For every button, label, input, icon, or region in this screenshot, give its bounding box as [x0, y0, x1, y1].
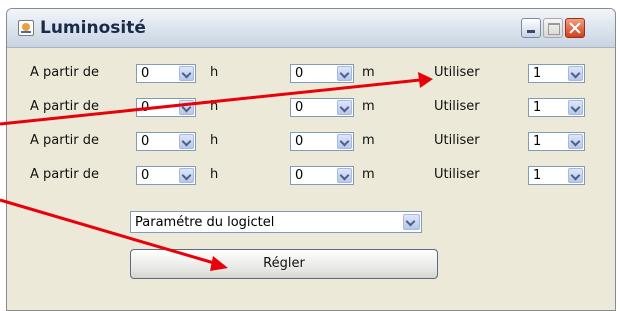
chevron-down-icon[interactable] [337, 100, 352, 115]
minute-select[interactable]: 0 [290, 166, 354, 185]
hour-select-value: 0 [141, 168, 150, 183]
title-bar[interactable]: Luminosité [7, 9, 615, 48]
use-select-value: 1 [533, 168, 542, 183]
apply-button[interactable]: Régler [130, 249, 438, 279]
use-select[interactable]: 1 [528, 64, 585, 83]
minute-select-value: 0 [295, 66, 304, 81]
mode-select-value: Paramétre du logictel [135, 215, 275, 230]
hour-select-value: 0 [141, 100, 150, 115]
chevron-down-icon[interactable] [568, 168, 583, 183]
minute-unit-label: m [362, 65, 375, 80]
from-label: A partir de [30, 133, 100, 148]
mode-select[interactable]: Paramétre du logictel [130, 211, 422, 233]
chevron-down-icon[interactable] [568, 134, 583, 149]
chevron-down-icon[interactable] [568, 100, 583, 115]
minute-unit-label: m [362, 99, 375, 114]
minute-select[interactable]: 0 [290, 64, 354, 83]
chevron-down-icon[interactable] [179, 66, 194, 81]
use-select-value: 1 [533, 134, 542, 149]
minute-select-value: 0 [295, 168, 304, 183]
use-select[interactable]: 1 [528, 98, 585, 117]
use-select[interactable]: 1 [528, 166, 585, 185]
use-label: Utiliser [434, 99, 480, 114]
chevron-down-icon[interactable] [179, 134, 194, 149]
app-icon [18, 20, 34, 36]
apply-button-label: Régler [263, 256, 305, 271]
minute-unit-label: m [362, 133, 375, 148]
from-label: A partir de [30, 99, 100, 114]
from-label: A partir de [30, 167, 100, 182]
close-icon[interactable] [565, 18, 585, 38]
hour-select-value: 0 [141, 66, 150, 81]
minute-select[interactable]: 0 [290, 132, 354, 151]
window-title: Luminosité [40, 18, 146, 38]
chevron-down-icon[interactable] [337, 168, 352, 183]
hour-unit-label: h [210, 99, 219, 114]
chevron-down-icon[interactable] [337, 134, 352, 149]
use-label: Utiliser [434, 167, 480, 182]
chevron-down-icon[interactable] [179, 100, 194, 115]
minute-select-value: 0 [295, 134, 304, 149]
minute-unit-label: m [362, 167, 375, 182]
use-select[interactable]: 1 [528, 132, 585, 151]
hour-select[interactable]: 0 [136, 166, 196, 185]
use-label: Utiliser [434, 133, 480, 148]
hour-select[interactable]: 0 [136, 132, 196, 151]
use-select-value: 1 [533, 100, 542, 115]
chevron-down-icon[interactable] [568, 66, 583, 81]
hour-unit-label: h [210, 65, 219, 80]
minute-select[interactable]: 0 [290, 98, 354, 117]
use-select-value: 1 [533, 66, 542, 81]
maximize-icon[interactable] [543, 18, 563, 38]
hour-unit-label: h [210, 167, 219, 182]
hour-unit-label: h [210, 133, 219, 148]
hour-select[interactable]: 0 [136, 64, 196, 83]
from-label: A partir de [30, 65, 100, 80]
hour-select-value: 0 [141, 134, 150, 149]
chevron-down-icon[interactable] [337, 66, 352, 81]
chevron-down-icon[interactable] [403, 214, 420, 230]
hour-select[interactable]: 0 [136, 98, 196, 117]
use-label: Utiliser [434, 65, 480, 80]
minute-select-value: 0 [295, 100, 304, 115]
chevron-down-icon[interactable] [179, 168, 194, 183]
minimize-icon[interactable] [521, 18, 541, 38]
